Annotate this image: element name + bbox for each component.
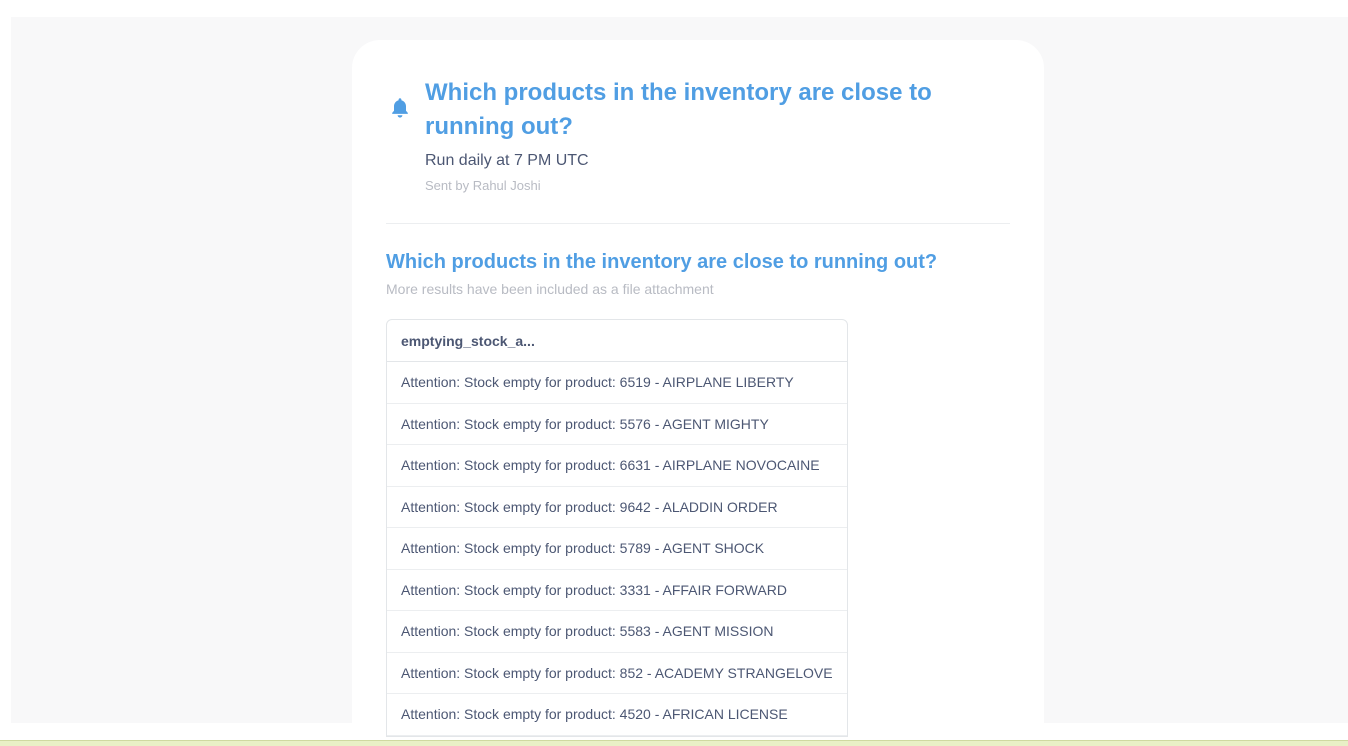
- table-cell: Attention: Stock empty for product: 852 …: [387, 653, 847, 694]
- results-table: emptying_stock_a... Attention: Stock emp…: [386, 319, 848, 737]
- table-row: Attention: Stock empty for product: 852 …: [387, 653, 847, 694]
- table-row: Attention: Stock empty for product: 5583…: [387, 611, 847, 653]
- attachment-note: More results have been included as a fil…: [386, 281, 714, 297]
- bottom-strip: [0, 740, 1348, 746]
- table-row: Attention: Stock empty for product: 4520…: [387, 694, 847, 736]
- bell-icon: [392, 98, 408, 118]
- table-cell: Attention: Stock empty for product: 9642…: [387, 487, 847, 528]
- alert-header-text: Which products in the inventory are clos…: [425, 76, 1010, 194]
- alert-email-card: Which products in the inventory are clos…: [352, 40, 1044, 740]
- table-row: Attention: Stock empty for product: 3331…: [387, 570, 847, 611]
- divider: [386, 223, 1010, 224]
- alert-schedule: Run daily at 7 PM UTC: [425, 152, 589, 169]
- table-cell: Attention: Stock empty for product: 4520…: [387, 694, 847, 736]
- table-cell: Attention: Stock empty for product: 6519…: [387, 362, 847, 404]
- table-row: Attention: Stock empty for product: 9642…: [387, 487, 847, 528]
- table-cell: Attention: Stock empty for product: 6631…: [387, 445, 847, 487]
- column-header: emptying_stock_a...: [387, 320, 847, 362]
- table-cell: Attention: Stock empty for product: 5576…: [387, 404, 847, 445]
- table-cell: Attention: Stock empty for product: 5789…: [387, 528, 847, 570]
- table-row: Attention: Stock empty for product: 5576…: [387, 404, 847, 445]
- table-row: Attention: Stock empty for product: 6631…: [387, 445, 847, 487]
- table-row: Attention: Stock empty for product: 5789…: [387, 528, 847, 570]
- alert-title[interactable]: Which products in the inventory are clos…: [425, 76, 1010, 144]
- question-title[interactable]: Which products in the inventory are clos…: [386, 249, 937, 275]
- alert-sender: Sent by Rahul Joshi: [425, 178, 541, 193]
- table-header-row: emptying_stock_a...: [387, 320, 847, 362]
- table-cell: Attention: Stock empty for product: 3331…: [387, 570, 847, 611]
- table-row: Attention: Stock empty for product: 6519…: [387, 362, 847, 404]
- table-cell: Attention: Stock empty for product: 5583…: [387, 611, 847, 653]
